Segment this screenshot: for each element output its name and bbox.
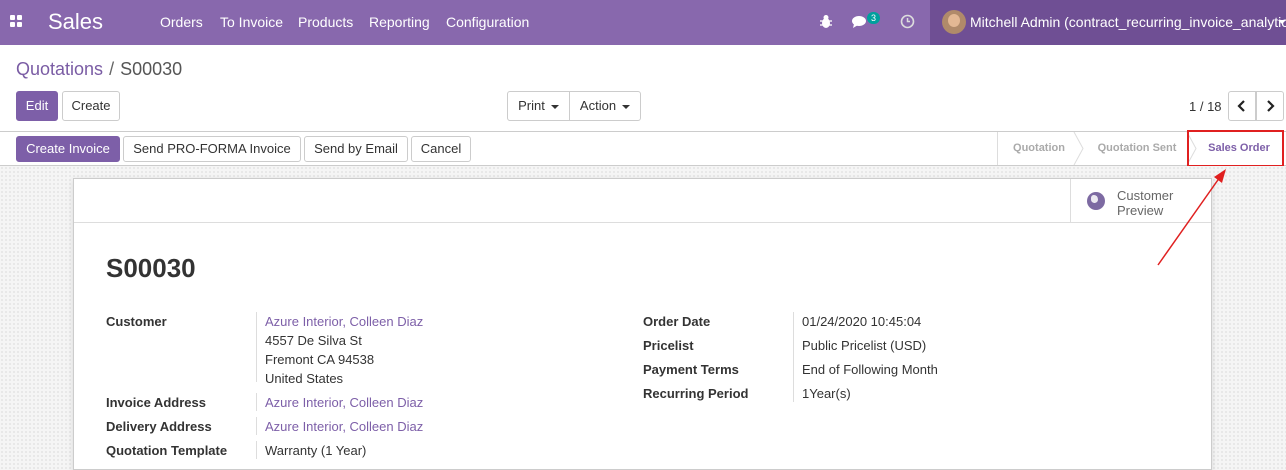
menu-to-invoice[interactable]: To Invoice [220,14,283,30]
payment-terms-value[interactable]: End of Following Month [802,362,938,377]
print-dropdown[interactable]: Print [507,91,570,121]
pricelist-value[interactable]: Public Pricelist (USD) [802,338,926,353]
pager-previous-button[interactable] [1228,91,1256,121]
customer-preview-label: Customer Preview [1117,188,1197,218]
form-sheet: Customer Preview S00030 Customer Azure I… [73,178,1212,470]
breadcrumb: Quotations / S00030 [16,59,182,80]
status-bar: Create Invoice Send PRO-FORMA Invoice Se… [0,131,1286,166]
print-label: Print [518,98,545,113]
chevron-down-icon [1278,20,1286,24]
customer-address-line3: United States [265,371,344,386]
cancel-button[interactable]: Cancel [411,136,471,162]
recurring-period-value[interactable]: 1Year(s) [802,386,851,401]
messages-count-badge: 3 [867,12,881,24]
menu-products[interactable]: Products [298,14,353,30]
breadcrumb-quotations[interactable]: Quotations [16,59,103,79]
payment-terms-label: Payment Terms [643,362,739,377]
field-divider [256,312,257,382]
field-divider [256,441,257,459]
top-navbar: Sales Orders To Invoice Products Reporti… [0,0,1286,45]
status-step-quotation-sent[interactable]: Quotation Sent [1085,132,1189,165]
customer-preview-label-line1: Customer [1117,188,1174,203]
create-invoice-button[interactable]: Create Invoice [16,136,120,162]
customer-address-line2: Fremont CA 94538 [265,352,375,367]
chevron-left-icon [1237,100,1245,112]
user-name: Mitchell Admin (contract_recurring_invoi… [970,14,1286,30]
recurring-period-label: Recurring Period [643,386,749,401]
pager-next-button[interactable] [1256,91,1284,121]
quotation-template-value[interactable]: Warranty (1 Year) [265,443,366,458]
breadcrumb-separator: / [109,59,115,79]
annotation-highlight-box [1187,130,1284,167]
record-title: S00030 [106,253,196,283]
chevron-down-icon [622,104,631,109]
field-divider [256,417,257,435]
customer-address-line1: 4557 De Silva St [265,333,362,348]
invoice-address-link[interactable]: Azure Interior, Colleen Diaz [265,395,423,410]
activity-clock-icon[interactable] [900,14,915,29]
customer-preview-button[interactable]: Customer Preview [1070,179,1211,223]
order-date-label: Order Date [643,314,711,329]
send-proforma-invoice-button[interactable]: Send PRO-FORMA Invoice [123,136,301,162]
edit-button[interactable]: Edit [16,91,58,121]
customer-link[interactable]: Azure Interior, Colleen Diaz [265,314,423,329]
avatar [942,10,966,34]
customer-preview-label-line2: Preview [1117,203,1164,218]
delivery-address-link[interactable]: Azure Interior, Colleen Diaz [265,419,423,434]
delivery-address-label: Delivery Address [106,419,212,434]
field-divider [256,393,257,411]
action-label: Action [579,98,617,113]
create-button[interactable]: Create [62,91,120,121]
user-menu[interactable]: Mitchell Admin (contract_recurring_invoi… [930,0,1286,45]
bug-icon[interactable] [819,14,833,29]
customer-label: Customer [106,314,167,329]
send-by-email-button[interactable]: Send by Email [304,136,408,162]
globe-icon [1087,192,1105,210]
field-divider [793,312,794,402]
action-dropdown[interactable]: Action [569,91,641,121]
messages-icon[interactable] [852,15,868,29]
chevron-down-icon [550,104,559,109]
invoice-address-label: Invoice Address [106,395,206,410]
menu-orders[interactable]: Orders [160,14,203,30]
quotation-template-label: Quotation Template [106,443,228,458]
order-date-value[interactable]: 01/24/2020 10:45:04 [802,314,921,329]
app-name[interactable]: Sales [48,9,103,35]
step-separator [1073,132,1084,165]
menu-configuration[interactable]: Configuration [446,14,529,30]
button-box: Customer Preview [74,179,1211,223]
chevron-right-icon [1267,100,1275,112]
status-step-quotation[interactable]: Quotation [998,132,1080,165]
breadcrumb-current: S00030 [120,59,183,79]
apps-menu-icon[interactable] [10,15,23,28]
pager-value[interactable]: 1 / 18 [1189,99,1222,114]
menu-reporting[interactable]: Reporting [369,14,430,30]
pricelist-label: Pricelist [643,338,694,353]
